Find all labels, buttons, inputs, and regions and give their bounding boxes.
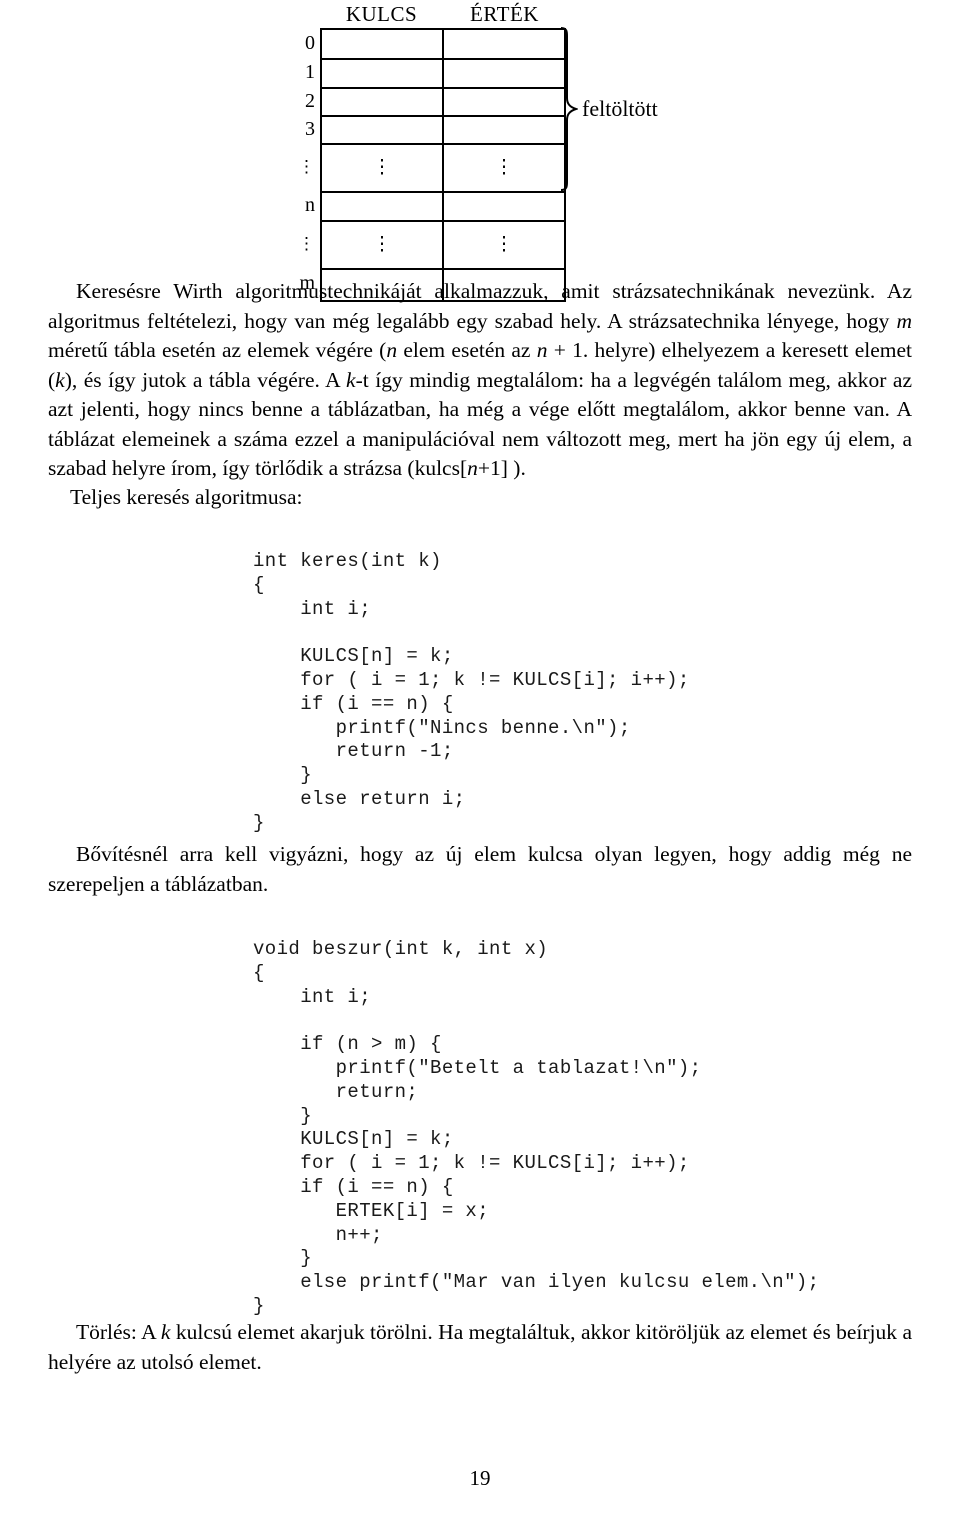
column-header-kulcs: KULCS: [345, 2, 418, 26]
row-label-2: 2: [305, 89, 315, 112]
row-label-ellipsis-upper: ⋮: [298, 157, 315, 176]
code-block-beszur: void beszur(int k, int x) { int i; if (n…: [253, 938, 820, 1317]
cell-kulcs-ellipsis: ⋮: [322, 145, 444, 191]
paragraph-teljes-kereses: Teljes keresés algoritmusa:: [70, 485, 303, 509]
page-number: 19: [469, 1466, 491, 1490]
cell-kulcs-ellipsis: ⋮: [322, 222, 444, 268]
cell-ertek-ellipsis: ⋮: [444, 222, 564, 268]
cell-kulcs: [322, 30, 444, 58]
row-label-0: 0: [305, 31, 315, 54]
table-row: [322, 30, 564, 60]
cell-kulcs: [322, 60, 444, 87]
cell-ertek: [444, 193, 564, 220]
figure-table-grid: ⋮ ⋮ ⋮ ⋮: [320, 28, 566, 302]
right-curly-brace-icon: [560, 26, 578, 192]
table-row: [322, 193, 564, 222]
paragraph-intro: Keresésre Wirth algoritmustechnikáját al…: [48, 279, 912, 480]
paragraph-bovites: Bővítésnél arra kell vigyázni, hogy az ú…: [48, 842, 912, 896]
table-row: [322, 117, 564, 145]
code-block-keres: int keres(int k) { int i; KULCS[n] = k; …: [253, 550, 690, 834]
cell-ertek-ellipsis: ⋮: [444, 145, 564, 191]
table-row: [322, 89, 564, 117]
row-label-3: 3: [305, 117, 315, 140]
table-row: ⋮ ⋮: [322, 145, 564, 193]
row-label-ellipsis-lower: ⋮: [298, 234, 315, 253]
column-header-ertek: ÉRTÉK: [470, 2, 539, 26]
vertical-ellipsis-icon: ⋮: [372, 233, 392, 255]
row-label-n: n: [305, 194, 315, 216]
paragraph-torles: Törlés: A k kulcsú elemet akarjuk töröln…: [48, 1320, 912, 1374]
cell-kulcs: [322, 193, 444, 220]
table-row: [322, 60, 564, 89]
table-diagram-figure: KULCS ÉRTÉK 0 1 2 3 ⋮ n ⋮ m ⋮ ⋮ ⋮ ⋮ felt…: [0, 0, 960, 302]
cell-ertek: [444, 117, 564, 143]
vertical-ellipsis-icon: ⋮: [372, 156, 392, 178]
table-row: ⋮ ⋮: [322, 222, 564, 270]
figure-row-labels: 0 1 2 3 ⋮ n ⋮ m: [288, 28, 318, 298]
cell-ertek: [444, 30, 564, 58]
figure-column-headers: KULCS ÉRTÉK: [320, 2, 566, 26]
vertical-ellipsis-icon: ⋮: [494, 156, 514, 178]
cell-kulcs: [322, 117, 444, 143]
vertical-ellipsis-icon: ⋮: [494, 233, 514, 255]
brace-label-feltoltott: feltöltött: [582, 96, 658, 121]
cell-ertek: [444, 60, 564, 87]
cell-kulcs: [322, 89, 444, 115]
cell-ertek: [444, 89, 564, 115]
row-label-1: 1: [305, 61, 315, 83]
document-page: KULCS ÉRTÉK 0 1 2 3 ⋮ n ⋮ m ⋮ ⋮ ⋮ ⋮ felt…: [0, 0, 960, 1526]
